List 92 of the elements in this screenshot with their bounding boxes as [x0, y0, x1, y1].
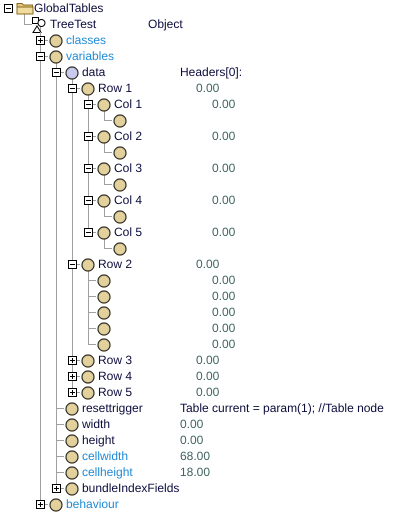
node-value: 0.00 [212, 289, 236, 303]
node-label[interactable]: Row 1 [98, 81, 132, 95]
circle-icon [113, 210, 127, 224]
circle-icon [65, 402, 79, 416]
folder-icon [16, 1, 34, 15]
node-value: 0.00 [212, 225, 236, 239]
node-label[interactable]: classes [66, 33, 106, 47]
circle-icon [65, 482, 79, 496]
node-value: 0.00 [212, 305, 236, 319]
expand-toggle[interactable] [68, 372, 77, 381]
collapse-toggle[interactable] [36, 52, 45, 61]
node-label[interactable]: GlobalTables [34, 1, 104, 15]
node-label[interactable]: Col 2 [114, 129, 142, 143]
collapse-toggle[interactable] [84, 132, 93, 141]
node-value: 0.00 [196, 353, 220, 367]
node-label[interactable]: height [82, 433, 115, 447]
node-label[interactable]: bundleIndexFields [82, 481, 180, 495]
node-label[interactable]: cellheight [82, 465, 133, 479]
node-value: 18.00 [180, 465, 210, 479]
node-label[interactable]: cellwidth [82, 449, 128, 463]
node-value: 0.00 [212, 161, 236, 175]
circle-icon [65, 434, 79, 448]
node-label[interactable]: variables [66, 49, 114, 63]
circle-icon [97, 306, 111, 320]
shapes-icon [32, 17, 46, 33]
node-value: 68.00 [180, 449, 210, 463]
node-label[interactable]: width [82, 417, 110, 431]
circle-icon [81, 82, 95, 96]
circle-icon [97, 322, 111, 336]
circle-icon [81, 258, 95, 272]
expand-toggle[interactable] [36, 36, 45, 45]
collapse-toggle[interactable] [52, 68, 61, 77]
node-label[interactable]: Col 4 [114, 193, 142, 207]
collapse-toggle[interactable] [84, 164, 93, 173]
circle-icon [49, 50, 63, 64]
node-value: 0.00 [212, 321, 236, 335]
collapse-toggle[interactable] [4, 4, 13, 13]
node-label[interactable]: Row 2 [98, 257, 132, 271]
circle-icon [65, 450, 79, 464]
node-value: 0.00 [196, 257, 220, 271]
node-label[interactable]: Col 1 [114, 97, 142, 111]
circle-icon [113, 178, 127, 192]
node-value: 0.00 [212, 337, 236, 351]
node-value: 0.00 [196, 81, 220, 95]
circle-icon [113, 242, 127, 256]
expand-toggle[interactable] [68, 356, 77, 365]
node-value: Object [148, 17, 183, 31]
node-value: 0.00 [180, 433, 204, 447]
circle-icon [97, 162, 111, 176]
circle-icon [65, 66, 79, 80]
circle-icon [97, 130, 111, 144]
circle-icon [81, 386, 95, 400]
node-label[interactable]: TreeTest [50, 17, 96, 31]
circle-icon [113, 114, 127, 128]
node-value: 0.00 [212, 273, 236, 287]
node-label[interactable]: Row 4 [98, 369, 132, 383]
node-value: 0.00 [180, 417, 204, 431]
circle-icon [113, 146, 127, 160]
circle-icon [49, 498, 63, 512]
node-label[interactable]: Col 5 [114, 225, 142, 239]
node-value: 0.00 [196, 369, 220, 383]
collapse-toggle[interactable] [84, 228, 93, 237]
node-value: 0.00 [196, 385, 220, 399]
circle-icon [97, 338, 111, 352]
expand-toggle[interactable] [68, 388, 77, 397]
expand-toggle[interactable] [36, 500, 45, 509]
node-label[interactable]: Row 5 [98, 385, 132, 399]
node-label[interactable]: Col 3 [114, 161, 142, 175]
node-label[interactable]: resettrigger [82, 401, 143, 415]
circle-icon [81, 370, 95, 384]
circle-icon [65, 418, 79, 432]
collapse-toggle[interactable] [84, 100, 93, 109]
node-value: Table current = param(1); //Table node [180, 401, 384, 415]
circle-icon [97, 226, 111, 240]
collapse-toggle[interactable] [68, 260, 77, 269]
node-label[interactable]: Row 3 [98, 353, 132, 367]
circle-icon [97, 290, 111, 304]
node-value: 0.00 [212, 193, 236, 207]
circle-icon [97, 274, 111, 288]
node-label[interactable]: data [82, 65, 106, 79]
node-value: Headers[0]: [180, 65, 242, 79]
circle-icon [49, 34, 63, 48]
circle-icon [97, 98, 111, 112]
circle-icon [81, 354, 95, 368]
circle-icon [65, 466, 79, 480]
collapse-toggle[interactable] [68, 84, 77, 93]
expand-toggle[interactable] [52, 484, 61, 493]
node-label[interactable]: behaviour [66, 497, 119, 511]
collapse-toggle[interactable] [84, 196, 93, 205]
node-value: 0.00 [212, 129, 236, 143]
node-value: 0.00 [212, 97, 236, 111]
circle-icon [97, 194, 111, 208]
